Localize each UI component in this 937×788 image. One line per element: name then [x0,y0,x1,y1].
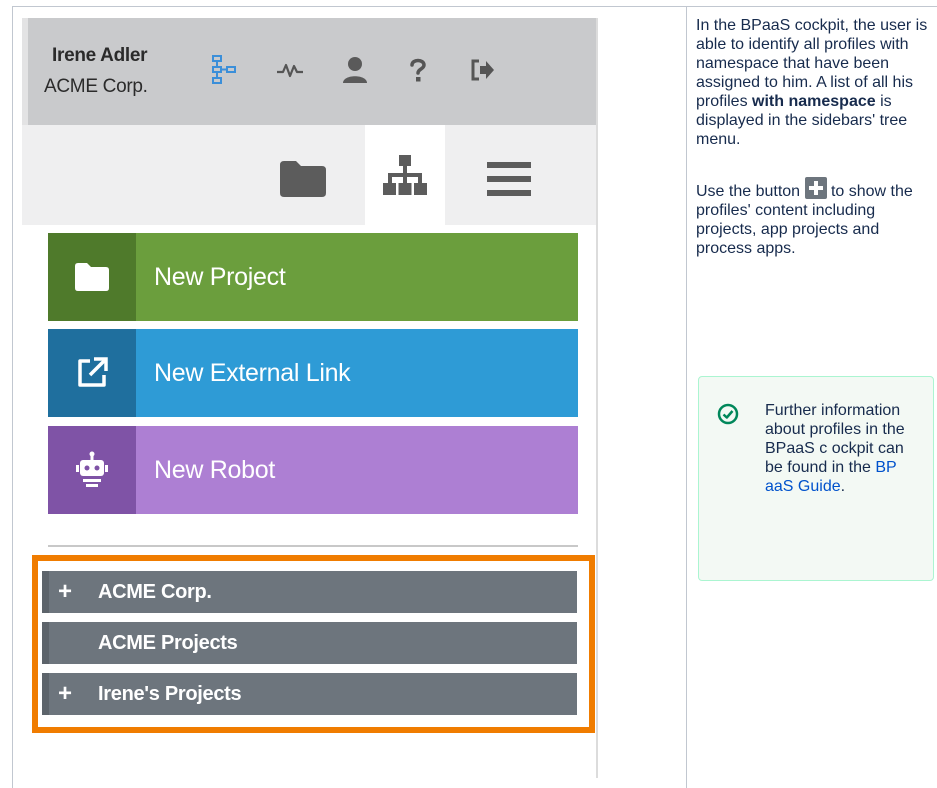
menu-icon[interactable] [485,159,533,199]
tree-item-label: ACME Corp. [98,581,212,603]
action-icon-box [48,329,136,417]
action-icon-box [48,426,136,514]
expand-icon[interactable]: + [58,682,72,706]
new-external-link-button[interactable]: New External Link [48,329,578,417]
bold-text: with namespace [752,93,876,110]
sidebar-tabs [22,125,598,225]
user-company: ACME Corp. [44,76,148,97]
new-robot-button[interactable]: New Robot [48,426,578,514]
action-label: New Robot [154,455,275,484]
new-project-button[interactable]: New Project [48,233,578,321]
activity-icon[interactable] [274,54,306,86]
user-name: Irene Adler [52,45,148,66]
folder-icon [75,263,109,291]
table-border-top [12,6,937,7]
screenshot-border [596,18,598,778]
logout-icon[interactable] [467,54,499,86]
tree-item-label: ACME Projects [98,632,238,654]
table-column-divider [686,6,687,788]
help-icon[interactable] [402,54,434,86]
action-icon-box [48,233,136,321]
tree-item-label: Irene's Projects [98,683,242,705]
tree-item-edge [42,622,49,664]
sidebar-divider [48,545,578,547]
header-edge [22,18,28,125]
description-paragraph-2: Use the button to show the profiles' con… [696,177,928,258]
check-circle-icon [717,403,739,425]
text-span: . [840,478,846,495]
tree-item-acme-corp[interactable]: + ACME Corp. [42,571,577,613]
description-paragraph-1: In the BPaaS cockpit, the user is able t… [696,16,928,149]
tree-item-edge [42,571,49,613]
external-link-icon [78,357,108,387]
info-panel: Further information about profiles in th… [698,376,934,581]
plus-button-icon [804,177,827,199]
info-text: Further information about profiles in th… [765,401,905,496]
text-span: Use the button [696,183,805,200]
tree-item-acme-projects[interactable]: ACME Projects [42,622,577,664]
action-label: New External Link [154,358,351,387]
robot-icon [76,451,108,487]
diagram-icon[interactable] [208,54,240,86]
description-text: In the BPaaS cockpit, the user is able t… [696,16,928,258]
tree-item-edge [42,673,49,715]
cockpit-sidebar-screenshot: Irene Adler ACME Corp. New Project New E… [22,18,598,778]
folder-icon[interactable] [279,159,327,199]
table-border-left [12,6,13,788]
action-label: New Project [154,262,286,291]
user-header: Irene Adler ACME Corp. [22,18,598,125]
user-icon[interactable] [339,54,371,86]
expand-icon[interactable]: + [58,580,72,604]
tree-icon[interactable] [381,153,429,201]
tree-item-irenes-projects[interactable]: + Irene's Projects [42,673,577,715]
